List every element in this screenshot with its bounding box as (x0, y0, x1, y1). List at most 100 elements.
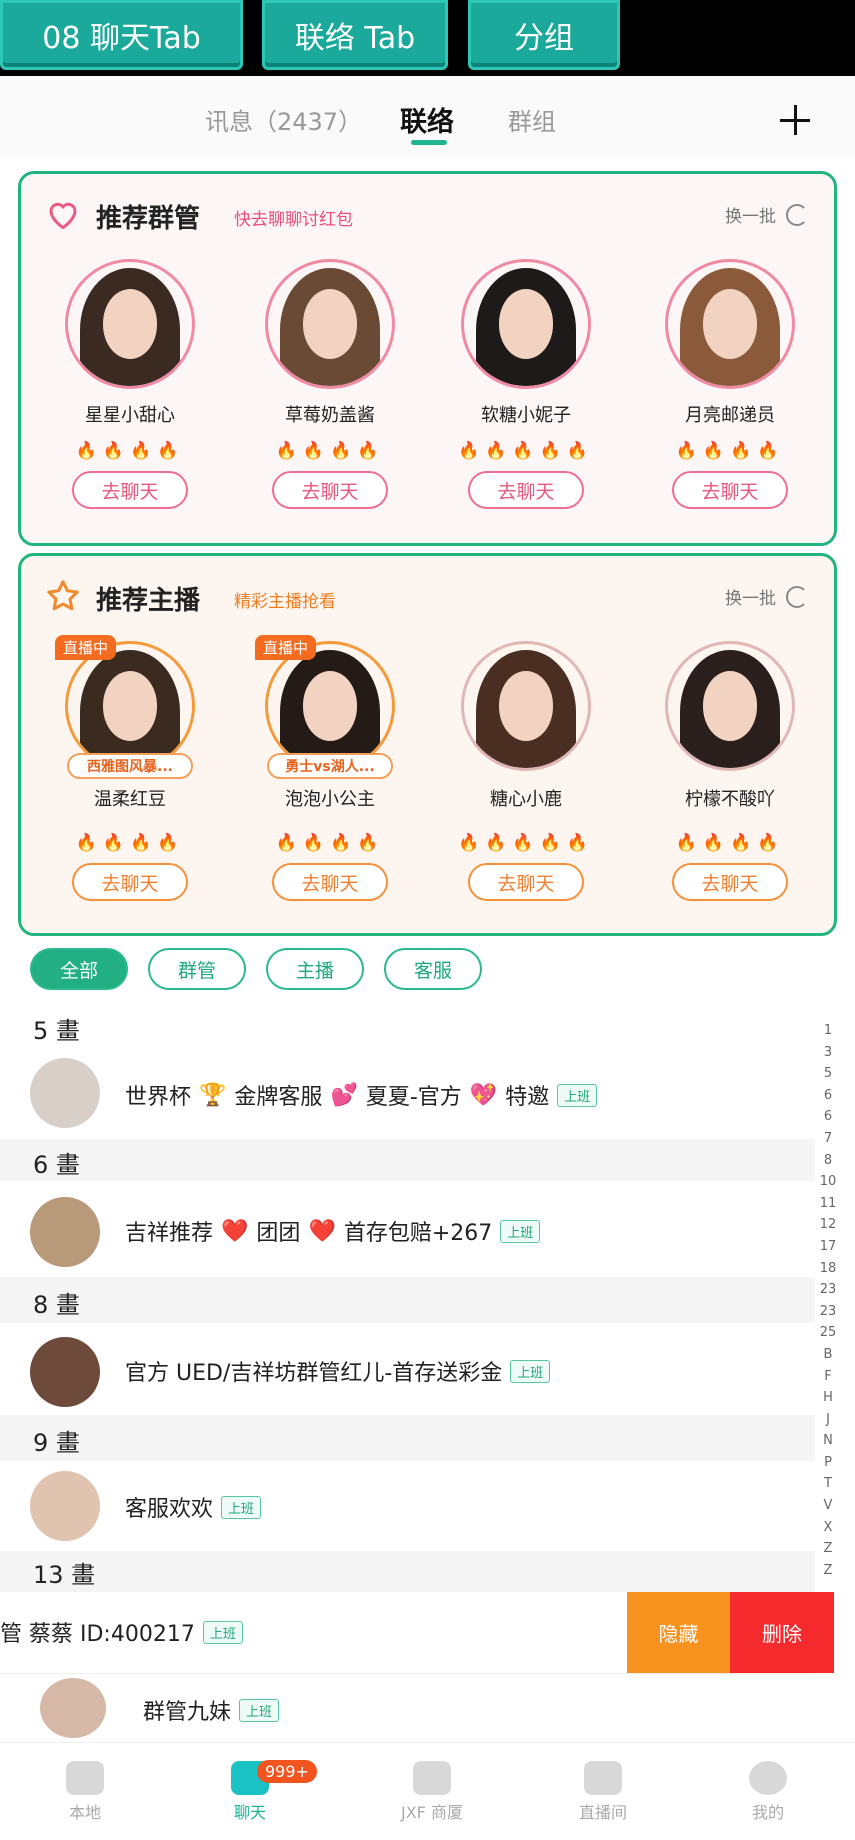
index-item[interactable]: F (815, 1366, 841, 1388)
alpha-index[interactable]: 1 3 5 6 6 7 8 10 11 12 17 18 23 23 25 B … (815, 1020, 841, 1581)
index-item[interactable]: 25 (815, 1322, 841, 1344)
index-item[interactable]: H (815, 1387, 841, 1409)
refresh-button[interactable]: 换一批 (725, 202, 808, 227)
avatar[interactable] (65, 259, 195, 389)
top-button-chat-tab[interactable]: 08 聊天Tab (0, 0, 243, 70)
contact-row[interactable]: 吉祥推荐 ❤️ 团团 ❤️ 首存包赔+267 上班 (0, 1181, 815, 1277)
top-button-groups[interactable]: 分组 (468, 0, 620, 70)
fire-rating: 🔥🔥🔥🔥 (275, 833, 385, 853)
filter-all[interactable]: 全部 (30, 948, 128, 990)
heart-icon (49, 202, 77, 230)
index-item[interactable]: N (815, 1430, 841, 1452)
index-item[interactable]: 7 (815, 1128, 841, 1150)
index-item[interactable]: P (815, 1452, 841, 1474)
index-item[interactable]: 23 (815, 1301, 841, 1323)
index-item[interactable]: Z (815, 1538, 841, 1560)
delete-button[interactable]: 删除 (730, 1592, 834, 1673)
index-item[interactable]: B (815, 1344, 841, 1366)
fire-rating: 🔥🔥🔥🔥 (675, 833, 785, 853)
name-part: 团团 (256, 1221, 301, 1246)
contact-name: 官方 UED/吉祥坊群管红儿-首存送彩金 上班 (125, 1355, 551, 1387)
refresh-button[interactable]: 换一批 (725, 584, 808, 609)
cloud-icon (413, 1761, 451, 1795)
index-item[interactable]: 17 (815, 1236, 841, 1258)
person-name: 泡泡小公主 (285, 789, 375, 810)
index-item[interactable]: Z (815, 1560, 841, 1582)
person-name: 温柔红豆 (94, 789, 166, 810)
index-item[interactable]: 23 (815, 1279, 841, 1301)
avatar[interactable] (665, 641, 795, 771)
index-item[interactable]: 10 (815, 1171, 841, 1193)
contact-row[interactable]: 世界杯 🏆 金牌客服 💕 夏夏-官方 💖 特邀 上班 (0, 1047, 815, 1139)
contact-row[interactable]: 客服欢欢 上班 (0, 1461, 815, 1551)
chat-button[interactable]: 去聊天 (672, 863, 788, 901)
index-item[interactable]: X (815, 1517, 841, 1539)
index-item[interactable]: 5 (815, 1063, 841, 1085)
top-button-contacts-tab[interactable]: 联络 Tab (262, 0, 448, 70)
index-item[interactable]: 8 (815, 1150, 841, 1172)
filter-chips: 全部 群管 主播 客服 (30, 948, 482, 990)
nav-live[interactable]: 直播间 (543, 1761, 663, 1823)
contact-row[interactable]: 官方 UED/吉祥坊群管红儿-首存送彩金 上班 (0, 1323, 815, 1415)
index-item[interactable]: J (815, 1409, 841, 1431)
status-badge: 上班 (221, 1495, 262, 1519)
index-item[interactable]: 3 (815, 1042, 841, 1064)
index-item[interactable]: V (815, 1495, 841, 1517)
contact-row-swiped[interactable]: 管 蔡蔡 ID:400217 上班 (0, 1592, 627, 1673)
chat-button[interactable]: 去聊天 (468, 863, 584, 901)
filter-managers[interactable]: 群管 (148, 948, 246, 990)
chat-button[interactable]: 去聊天 (72, 471, 188, 509)
refresh-icon (786, 203, 808, 226)
tab-groups[interactable]: 群组 (508, 102, 556, 137)
avatar[interactable] (65, 641, 195, 771)
chat-button[interactable]: 去聊天 (72, 863, 188, 901)
section-label: 6 畫 (33, 1151, 80, 1179)
chat-button[interactable]: 去聊天 (272, 863, 388, 901)
nav-mall[interactable]: JXF 商厦 (372, 1761, 492, 1823)
index-item[interactable]: T (815, 1473, 841, 1495)
tab-messages[interactable]: 讯息（2437） (205, 102, 362, 137)
card-subtitle: 快去聊聊讨红包 (234, 210, 353, 230)
status-badge: 上班 (202, 1620, 243, 1644)
index-item[interactable]: 12 (815, 1214, 841, 1236)
person-name: 星星小甜心 (85, 405, 175, 426)
chat-button[interactable]: 去聊天 (272, 471, 388, 509)
section-header: 13 畫 (0, 1551, 815, 1592)
nav-profile[interactable]: 我的 (708, 1761, 828, 1823)
top-bar: 08 聊天Tab 联络 Tab 分组 (0, 0, 855, 76)
heart-gift-icon: 💖 (469, 1082, 498, 1108)
refresh-label: 换一批 (725, 589, 776, 609)
avatar[interactable] (665, 259, 795, 389)
index-item[interactable]: 11 (815, 1193, 841, 1215)
index-item[interactable]: 18 (815, 1258, 841, 1280)
person-name: 草莓奶盖酱 (285, 405, 375, 426)
name-part: 金牌客服 (234, 1085, 323, 1110)
chat-button[interactable]: 去聊天 (672, 471, 788, 509)
name-part: 首存包赔+267 (343, 1221, 493, 1246)
contact-name: 群管九妹 上班 (143, 1694, 280, 1726)
section-label: 13 畫 (33, 1561, 96, 1589)
fire-rating: 🔥🔥🔥🔥 (275, 441, 385, 461)
chat-button[interactable]: 去聊天 (468, 471, 584, 509)
contact-avatar (40, 1678, 106, 1738)
avatar[interactable] (461, 641, 591, 771)
trophy-icon: 🏆 (199, 1082, 227, 1108)
nav-local[interactable]: 本地 (25, 1761, 145, 1823)
index-item[interactable]: 6 (815, 1106, 841, 1128)
add-icon[interactable] (775, 100, 815, 140)
person-name: 糖心小鹿 (490, 789, 562, 810)
avatar[interactable] (265, 259, 395, 389)
section-header: 8 畫 (0, 1277, 815, 1323)
index-item[interactable]: 1 (815, 1020, 841, 1042)
contact-avatar (30, 1471, 100, 1541)
fire-rating: 🔥🔥🔥🔥🔥 (458, 833, 594, 853)
status-badge: 上班 (500, 1219, 541, 1243)
contact-row[interactable]: 群管九妹 上班 (0, 1673, 815, 1742)
index-item[interactable]: 6 (815, 1085, 841, 1107)
avatar[interactable] (461, 259, 591, 389)
hide-button[interactable]: 隐藏 (627, 1592, 730, 1673)
tab-contacts[interactable]: 联络 (400, 100, 454, 139)
filter-service[interactable]: 客服 (384, 948, 482, 990)
filter-hosts[interactable]: 主播 (266, 948, 364, 990)
avatar[interactable] (265, 641, 395, 771)
